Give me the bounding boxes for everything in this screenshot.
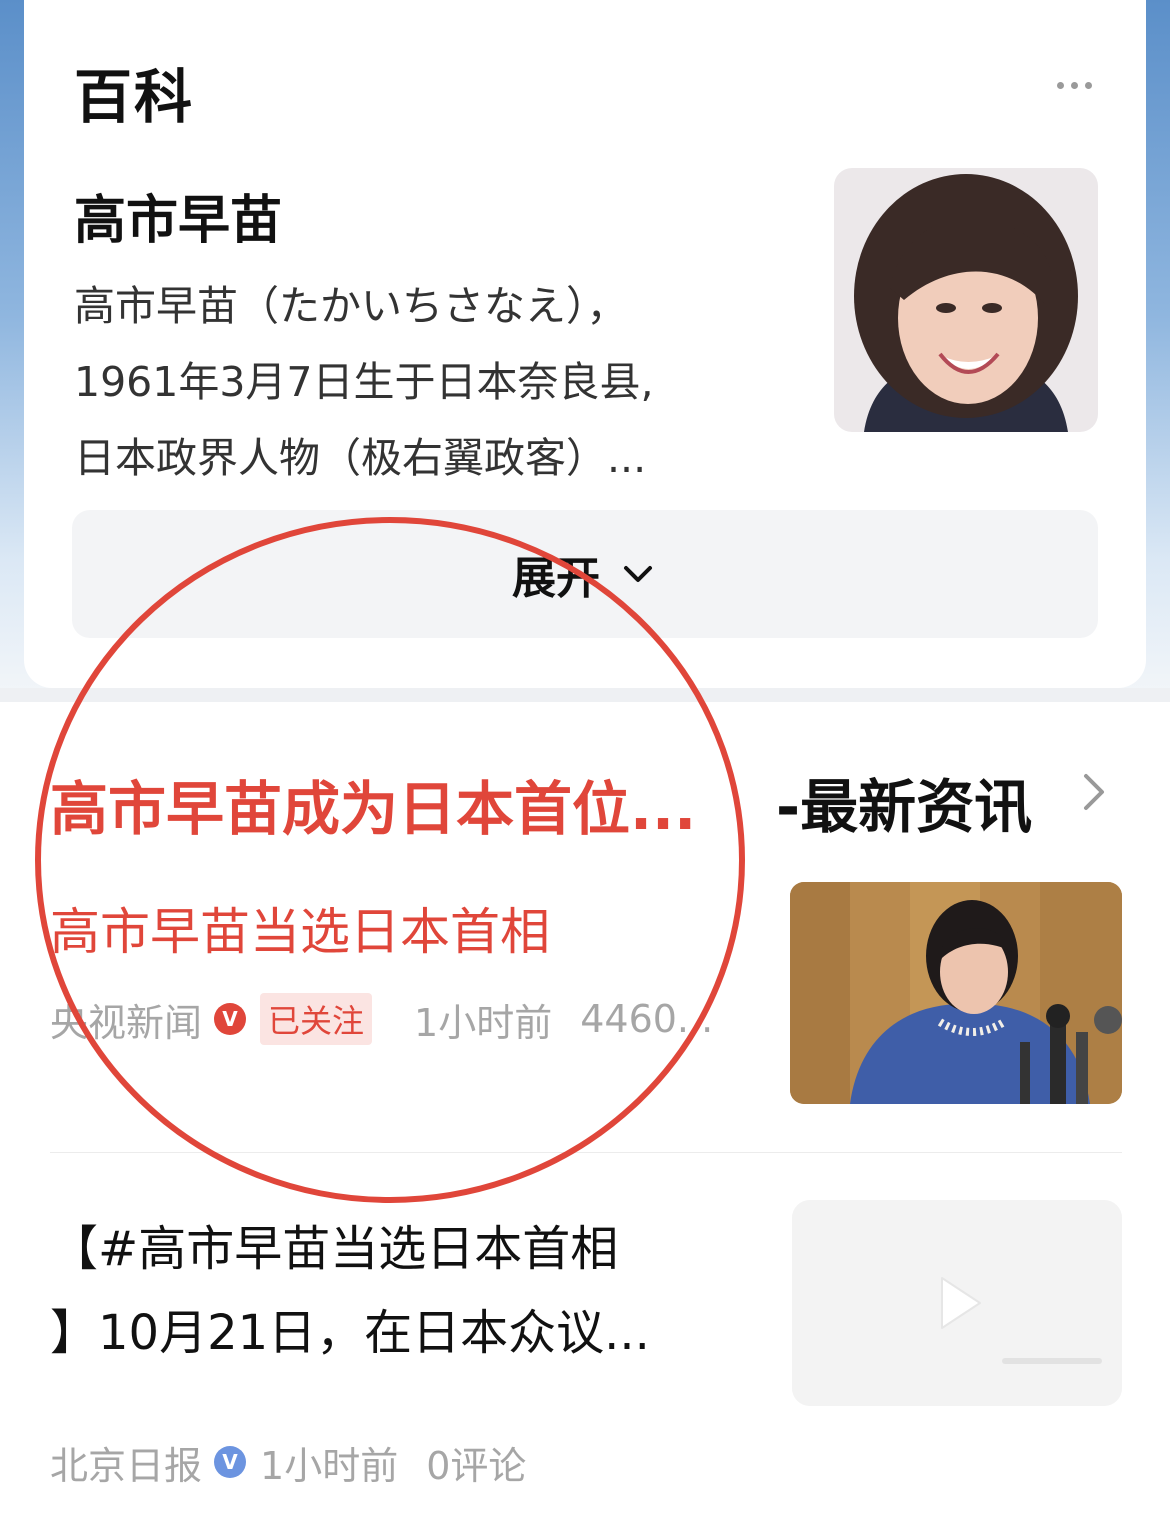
publish-time: 1小时前 — [414, 1000, 553, 1045]
comment-count[interactable]: 0评论 — [426, 1435, 526, 1490]
source-name[interactable]: 北京日报 — [50, 1435, 202, 1490]
latest-news-label[interactable]: -最新资讯 — [776, 760, 1032, 844]
news-headline[interactable]: 高市早苗成为日本首位... — [50, 762, 730, 846]
news-photo-icon — [790, 882, 1122, 1104]
news-item-meta: 北京日报 V 1小时前 0评论 — [50, 1436, 526, 1488]
news-section: 高市早苗成为日本首位... -最新资讯 高市早苗当选日本首相 央视新闻 V 已关… — [0, 702, 1170, 1516]
chevron-down-icon — [624, 566, 652, 582]
view-count: 4460... — [580, 997, 714, 1041]
section-divider — [0, 688, 1170, 702]
chevron-right-icon[interactable] — [1076, 768, 1112, 816]
more-icon[interactable] — [1052, 70, 1096, 100]
description-line: 高市早苗（たかいちさなえ）， — [74, 282, 628, 330]
publish-time: 1小时前 — [260, 1443, 399, 1488]
baike-card: 百科 高市早苗 高市早苗（たかいちさなえ）， 1961年3月7日生于日本奈良县,… — [24, 0, 1146, 688]
followed-tag: 已关注 — [260, 993, 373, 1045]
news-text-line: 【#高市早苗当选日本首相 — [50, 1221, 619, 1277]
video-thumbnail[interactable] — [792, 1200, 1122, 1406]
entity-description: 高市早苗（たかいちさなえ）， 1961年3月7日生于日本奈良县, 日本政界人物（… — [74, 268, 774, 496]
expand-button[interactable]: 展开 — [72, 510, 1098, 638]
description-line: 1961年3月7日生于日本奈良县, — [74, 358, 654, 406]
description-line: 日本政界人物（极右翼政客）... — [74, 434, 647, 482]
row-divider — [50, 1152, 1122, 1153]
news-item-title[interactable]: 高市早苗当选日本首相 — [50, 892, 550, 964]
expand-label: 展开 — [512, 553, 600, 604]
news-text-line: 】10月21日，在日本众议... — [50, 1305, 650, 1361]
news-thumbnail[interactable] — [790, 882, 1122, 1104]
entity-name[interactable]: 高市早苗 — [74, 178, 282, 253]
news-item-text[interactable]: 【#高市早苗当选日本首相 】10月21日，在日本众议... — [50, 1207, 730, 1375]
card-title: 百科 — [74, 63, 195, 131]
verified-badge-icon: V — [214, 1003, 247, 1035]
entity-portrait[interactable] — [834, 168, 1098, 432]
verified-badge-icon: V — [214, 1446, 247, 1478]
source-name[interactable]: 央视新闻 — [50, 992, 202, 1047]
news-item-meta: 央视新闻 V 已关注 1小时前 4460... — [50, 992, 714, 1047]
person-photo-icon — [834, 168, 1098, 432]
play-icon — [792, 1200, 1122, 1406]
